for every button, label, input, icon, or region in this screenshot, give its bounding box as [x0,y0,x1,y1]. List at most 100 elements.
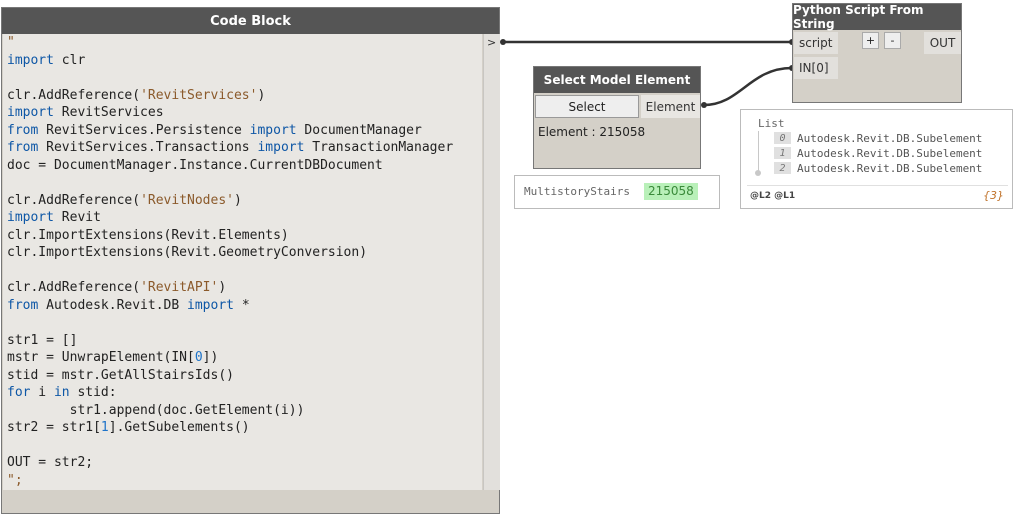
in0-input-port[interactable]: IN[0] [794,57,838,79]
list-title: List [758,117,785,130]
port-dot-element-out[interactable] [701,102,707,108]
code-token: ) [218,280,227,295]
code-token: import [7,52,54,68]
code-token: ].GetSubelements() [108,420,250,435]
code-token: 'RevitAPI' [140,280,219,295]
code-token: str1.append(doc.GetElement(i)) [7,402,305,418]
stairs-element-id[interactable]: 215058 [644,183,698,200]
out-output-port[interactable]: OUT [924,32,961,54]
code-token: clr.AddReference( [7,192,141,208]
list-divider [747,185,1008,186]
code-block-title[interactable]: Code Block [2,8,499,34]
code-line: import clr [3,52,482,70]
output-port-label: > [487,36,497,49]
list-item: 2 Autodesk.Revit.DB.Subelement [774,161,982,175]
code-token: RevitServices.Transactions [38,140,258,155]
code-token: from [7,122,39,138]
list-item: 0 Autodesk.Revit.DB.Subelement [774,131,982,145]
code-token: stid: [69,385,117,400]
code-token: TransactionManager [304,140,454,155]
list-rail [758,131,759,173]
list-item-index: 2 [774,162,791,174]
code-line: import Revit [3,209,482,227]
code-token: clr.ImportExtensions(Revit.Elements) [7,227,289,243]
list-levels-label[interactable]: @L2 @L1 [750,191,795,201]
code-token: Revit [53,210,101,225]
code-token: import [257,140,305,155]
code-token: "; [7,472,23,488]
code-line: mstr = UnwrapElement(IN[0]) [3,349,482,367]
wire-element-to-in0 [703,66,793,107]
code-line: stid = mstr.GetAllStairsIds() [3,367,482,385]
code-token: ) [257,87,266,103]
list-item-index: 0 [774,132,791,144]
code-token: import [187,297,234,313]
in0-port-label: IN[0] [799,61,829,75]
code-line: "; [3,472,482,490]
code-token: import [7,210,54,225]
remove-input-button[interactable]: - [884,32,901,49]
list-rail-dot [755,170,761,176]
code-token: clr.AddReference( [7,87,141,103]
code-token: 'RevitServices' [140,87,258,103]
code-token: i [30,385,54,400]
code-line: from Autodesk.Revit.DB import * [3,297,482,315]
code-token: str1 = [] [7,332,78,348]
list-item-value: Autodesk.Revit.DB.Subelement [797,131,983,145]
select-model-element-node[interactable]: Select Model Element Select Element Elem… [533,66,701,169]
code-token: ]) [202,350,219,365]
code-token: clr [53,52,86,68]
code-token: mstr = UnwrapElement(IN[ [7,350,195,365]
select-button[interactable]: Select [535,95,639,118]
code-editor[interactable]: " import clr clr.AddReference('RevitServi… [3,34,482,490]
code-line: clr.ImportExtensions(Revit.Elements) [3,227,482,245]
code-token: Autodesk.Revit.DB [38,297,188,313]
code-token: " [7,35,15,50]
python-node-title[interactable]: Python Script From String [793,3,961,31]
code-block-node[interactable]: Code Block " import clr clr.AddReference(… [1,7,500,514]
code-token: 'RevitNodes' [140,192,234,208]
code-token: 0 [194,350,203,365]
code-block-output-port[interactable]: > [483,34,500,490]
list-item-value: Autodesk.Revit.DB.Subelement [797,161,983,175]
script-port-label: script [799,36,833,50]
code-line: import RevitServices [3,104,482,122]
select-node-title[interactable]: Select Model Element [534,67,700,93]
code-token: from [7,297,39,313]
code-token: for [7,385,31,400]
code-line: from RevitServices.Persistence import Do… [3,122,482,140]
code-token: OUT = str2; [7,455,94,470]
list-preview-bubble: List 0 Autodesk.Revit.DB.Subelement 1 Au… [740,109,1013,209]
code-line: clr.AddReference('RevitServices') [3,87,482,105]
code-line: clr.AddReference('RevitAPI') [3,279,482,297]
code-token: ) [233,192,242,208]
code-token: in [53,385,70,400]
code-token: import [7,105,54,120]
element-output-port[interactable]: Element [641,95,700,118]
script-input-port[interactable]: script [794,32,838,54]
code-token: RevitServices.Persistence [38,122,250,138]
code-line: doc = DocumentManager.Instance.CurrentDB… [3,157,482,175]
code-line: for i in stid: [3,384,482,402]
code-line: clr.AddReference('RevitNodes') [3,192,482,210]
python-script-node[interactable]: Python Script From String script IN[0] +… [792,3,962,103]
code-token: RevitServices [53,105,164,120]
code-line: str1 = [] [3,332,482,350]
code-token: str2 = str1[ [7,420,101,435]
code-token: clr.AddReference( [7,280,141,295]
selected-element-info: Element : 215058 [538,125,646,139]
code-line: from RevitServices.Transactions import T… [3,139,482,157]
code-token: * [234,297,250,313]
list-item-index: 1 [774,147,791,159]
code-token: DocumentManager [296,122,422,138]
code-line: clr.ImportExtensions(Revit.GeometryConve… [3,244,482,262]
code-token: import [249,122,297,138]
add-input-button[interactable]: + [862,32,879,49]
stairs-preview-bubble: MultistoryStairs 215058 [514,175,720,209]
port-dot-code-out[interactable] [500,39,506,45]
